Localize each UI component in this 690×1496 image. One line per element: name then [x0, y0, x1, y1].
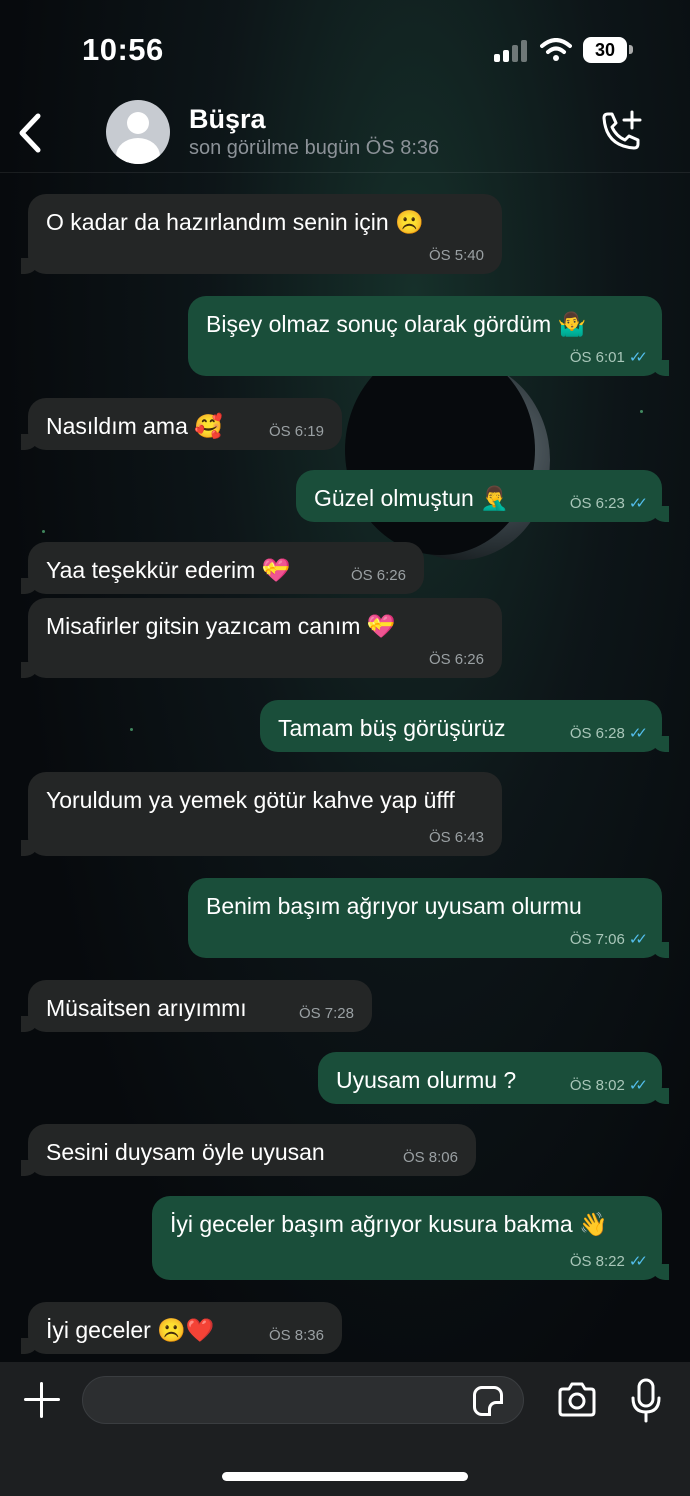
message-incoming[interactable]: Yoruldum ya yemek götür kahve yap üfff Ö… — [21, 772, 502, 856]
wallpaper-moon-shadow — [345, 345, 535, 555]
sticker-icon[interactable] — [473, 1386, 503, 1416]
message-outgoing[interactable]: İyi geceler başım ağrıyor kusura bakma 👋… — [152, 1196, 669, 1280]
read-ticks-icon: ✓✓ — [628, 931, 648, 948]
message-time: ÖS 8:22 ✓✓ — [569, 1252, 648, 1271]
wallpaper-star — [130, 728, 133, 731]
message-text: Misafirler gitsin yazıcam canım 💝 — [46, 613, 396, 639]
signal-icon — [494, 40, 530, 62]
message-text: Sesini duysam öyle uyusan — [46, 1139, 325, 1165]
message-incoming[interactable]: O kadar da hazırlandım senin için ☹️ ÖS … — [21, 194, 502, 274]
message-time: ÖS 6:19 — [268, 423, 324, 440]
message-incoming[interactable]: Müsaitsen arıyımmı ÖS 7:28 — [21, 980, 372, 1032]
chat-header: Büşra son görülme bugün ÖS 8:36 — [0, 96, 690, 173]
message-time: ÖS 7:06 ✓✓ — [569, 930, 648, 949]
message-outgoing[interactable]: Uyusam olurmu ? ÖS 8:02 ✓✓ — [318, 1052, 669, 1104]
message-outgoing[interactable]: Bişey olmaz sonuç olarak gördüm 🤷‍♂️ ÖS … — [188, 296, 669, 376]
message-text: Yoruldum ya yemek götür kahve yap üfff — [46, 787, 455, 813]
message-time: ÖS 6:43 — [428, 829, 484, 846]
wallpaper-star — [42, 530, 45, 533]
message-time: ÖS 8:36 — [268, 1327, 324, 1344]
read-ticks-icon: ✓✓ — [628, 1253, 648, 1270]
message-input[interactable] — [82, 1376, 524, 1424]
battery-tip — [629, 45, 633, 54]
message-text: İyi geceler başım ağrıyor kusura bakma 👋 — [170, 1211, 608, 1237]
chevron-left-icon[interactable] — [12, 110, 48, 156]
message-time: ÖS 8:02 ✓✓ — [569, 1076, 648, 1095]
contact-name[interactable]: Büşra — [189, 104, 266, 135]
message-outgoing[interactable]: Benim başım ağrıyor uyusam olurmu ÖS 7:0… — [188, 878, 669, 958]
battery-icon: 30 — [583, 37, 627, 63]
message-incoming[interactable]: İyi geceler ☹️❤️ ÖS 8:36 — [21, 1302, 342, 1354]
microphone-icon[interactable] — [630, 1378, 662, 1424]
message-outgoing[interactable]: Tamam büş görüşürüz ÖS 6:28 ✓✓ — [260, 700, 669, 752]
wifi-icon — [540, 38, 572, 61]
message-composer — [0, 1362, 690, 1496]
read-ticks-icon: ✓✓ — [628, 349, 648, 366]
message-time: ÖS 6:28 ✓✓ — [569, 724, 648, 743]
message-incoming[interactable]: Nasıldım ama 🥰 ÖS 6:19 — [21, 398, 342, 450]
message-text: Bişey olmaz sonuç olarak gördüm 🤷‍♂️ — [206, 311, 587, 337]
plus-icon[interactable] — [22, 1380, 62, 1420]
read-ticks-icon: ✓✓ — [628, 725, 648, 742]
message-time: ÖS 6:26 — [428, 651, 484, 668]
message-incoming[interactable]: Misafirler gitsin yazıcam canım 💝 ÖS 6:2… — [21, 598, 502, 678]
message-time: ÖS 7:28 — [298, 1005, 354, 1022]
message-text: Benim başım ağrıyor uyusam olurmu — [206, 893, 582, 919]
message-incoming[interactable]: Sesini duysam öyle uyusan ÖS 8:06 — [21, 1124, 476, 1176]
message-text: O kadar da hazırlandım senin için ☹️ — [46, 209, 424, 235]
message-time: ÖS 6:01 ✓✓ — [569, 348, 648, 367]
wallpaper-star — [640, 410, 643, 413]
add-call-icon[interactable] — [598, 110, 644, 152]
message-outgoing[interactable]: Güzel olmuştun 🤦‍♂️ ÖS 6:23 ✓✓ — [296, 470, 669, 522]
camera-icon[interactable] — [556, 1382, 598, 1418]
message-time: ÖS 6:23 ✓✓ — [569, 494, 648, 513]
home-indicator — [222, 1472, 468, 1481]
last-seen-status: son görülme bugün ÖS 8:36 — [189, 137, 440, 159]
read-ticks-icon: ✓✓ — [628, 495, 648, 512]
status-bar: 10:56 30 — [0, 0, 690, 96]
message-incoming[interactable]: Yaa teşekkür ederim 💝 ÖS 6:26 — [21, 542, 424, 594]
message-time: ÖS 5:40 — [428, 247, 484, 264]
message-time: ÖS 6:26 — [350, 567, 406, 584]
status-time: 10:56 — [82, 32, 164, 67]
read-ticks-icon: ✓✓ — [628, 1077, 648, 1094]
message-time: ÖS 8:06 — [402, 1149, 458, 1166]
avatar[interactable] — [106, 100, 170, 164]
